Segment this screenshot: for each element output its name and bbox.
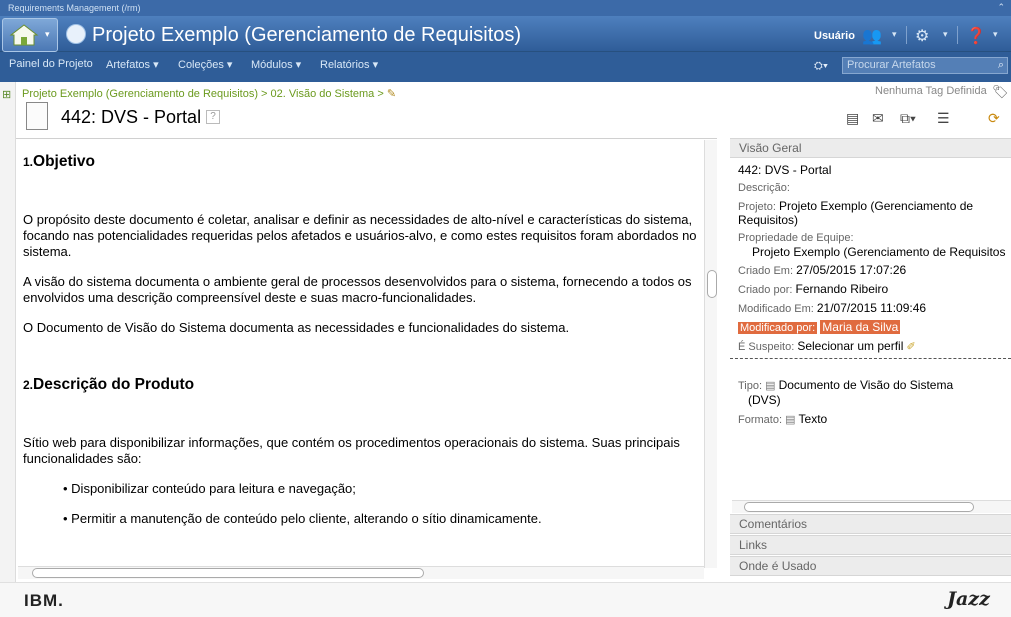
tag-label: Nenhuma Tag Definida [875,85,987,97]
vertical-scrollbar[interactable] [704,140,717,568]
menu-icon[interactable]: ☰ [937,110,950,127]
document-icon [26,102,48,130]
scroll-thumb[interactable] [32,568,424,578]
modifier-row: Modificado por: Maria da Silva [738,320,901,334]
divider [957,26,958,44]
filter-icon[interactable]: ▤ [846,110,859,127]
nav-dashboard[interactable]: Painel do Projeto [9,58,93,70]
jazz-logo: Jazz [947,588,990,610]
team-value: Projeto Exemplo (Gerenciamento de Requis… [752,245,1006,259]
users-icon[interactable]: 👥 [862,26,882,46]
format-row: Formato: ▤ Texto [738,412,828,426]
user-menu[interactable]: Usuário [814,30,855,42]
chevron-down-icon[interactable]: ▾ [45,29,50,40]
ibm-logo: IBM. [24,591,64,610]
paragraph: O Documento de Visão do Sistema document… [23,320,570,335]
type-row-continued: (DVS) [748,393,781,407]
where-used-section[interactable]: Onde é Usado [730,556,1011,576]
paragraph: Sítio web para disponibilizar informaçõe… [23,435,680,466]
section-number: 2. [23,378,34,392]
description-label: Descrição: [738,182,790,194]
suspect-row[interactable]: É Suspeito: Selecionar um perfil ✐ [738,339,916,353]
search-icon[interactable]: ⌕ [998,59,1004,72]
chevron-down-icon[interactable]: ▾ [892,29,897,40]
paragraph: A visão do sistema documenta o ambiente … [23,274,692,305]
collapse-banner-icon[interactable]: ⌃ [997,2,1005,13]
search-input[interactable]: Procurar Artefatos ⌕ [842,57,1008,74]
project-row: Projeto: Projeto Exemplo (Gerenciamento … [738,199,974,227]
home-button[interactable]: ▾ [2,18,58,52]
divider [906,26,907,44]
scroll-thumb[interactable] [744,502,974,512]
chevron-down-icon[interactable]: ▾ [993,29,998,40]
gear-icon[interactable]: ⚙ [915,26,929,46]
list-item: • Permitir a manutenção de conteúdo pelo… [63,511,542,526]
section-title: Objetivo [33,153,96,170]
overview-header[interactable]: Visão Geral [730,138,1011,158]
project-icon [66,24,86,44]
document-icon: ▤ [765,380,776,392]
modified-row: Modificado Em: 21/07/2015 11:09:46 [738,301,927,315]
overview-panel: Visão Geral 442: DVS - Portal Descrição:… [730,138,1011,582]
paragraph: O propósito deste documento é coletar, a… [23,212,697,259]
type-row: Tipo: ▤ Documento de Visão do Sistema [738,378,954,392]
section-heading: 1.Objetivo [23,154,703,170]
pencil-icon[interactable]: ✎ [387,88,396,100]
help-icon[interactable]: ❓ [966,26,986,46]
breadcrumb[interactable]: Projeto Exemplo (Gerenciamento de Requis… [22,87,396,100]
document-body: 1.Objetivo O propósito deste documento é… [23,149,703,527]
help-icon[interactable]: ? [206,110,220,124]
horizontal-scrollbar[interactable] [18,566,704,579]
section-title: Descrição do Produto [33,376,195,393]
nav-modules[interactable]: Módulos ▾ [251,58,301,71]
document-content[interactable]: 1.Objetivo O propósito deste documento é… [16,138,717,580]
chevron-down-icon[interactable]: ▾ [943,29,948,40]
links-section[interactable]: Links [730,535,1011,555]
nav-reports[interactable]: Relatórios ▾ [320,58,378,71]
comments-section[interactable]: Comentários [730,514,1011,534]
app-title: Requirements Management (/rm) [8,3,141,13]
project-title: Projeto Exemplo (Gerenciamento de Requis… [92,24,522,46]
nav-artifacts[interactable]: Artefatos ▾ [106,58,159,71]
horizontal-scrollbar[interactable] [732,500,1011,513]
home-icon [9,24,39,46]
divider [730,358,1011,359]
comment-icon[interactable]: ✉ [872,110,884,127]
team-label: Propriedade de Equipe: [738,232,854,244]
tag-icon[interactable]: 🏷 [992,84,1009,100]
search-scope-icon[interactable]: ⛭▾ [814,60,828,73]
left-sidebar: ⊞ [0,82,16,582]
section-number: 1. [23,155,34,169]
document-icon: ▤ [785,414,796,426]
scroll-thumb[interactable] [707,270,717,298]
nav-bar: Painel do Projeto Artefatos ▾ Coleções ▾… [0,52,1011,82]
search-placeholder: Procurar Artefatos [847,59,936,71]
overview-title: 442: DVS - Portal [738,163,832,177]
created-row: Criado Em: 27/05/2015 17:07:26 [738,263,907,277]
footer: IBM. Jazz [0,582,1011,617]
grid-icon[interactable]: ⊞ [2,88,11,101]
artifact-title: 442: DVS - Portal [61,107,202,127]
copy-icon[interactable]: ⧉▾ [900,110,916,127]
nav-collections[interactable]: Coleções ▾ [178,58,232,71]
list-item: • Disponibilizar conteúdo para leitura e… [63,481,356,496]
tag-icon: ✐ [906,341,916,353]
creator-row: Criado por: Fernando Ribeiro [738,282,889,296]
refresh-icon[interactable]: ⟳ [988,110,1000,127]
section-heading: 2.Descrição do Produto [23,377,703,393]
breadcrumb-path[interactable]: Projeto Exemplo (Gerenciamento de Requis… [22,88,384,100]
